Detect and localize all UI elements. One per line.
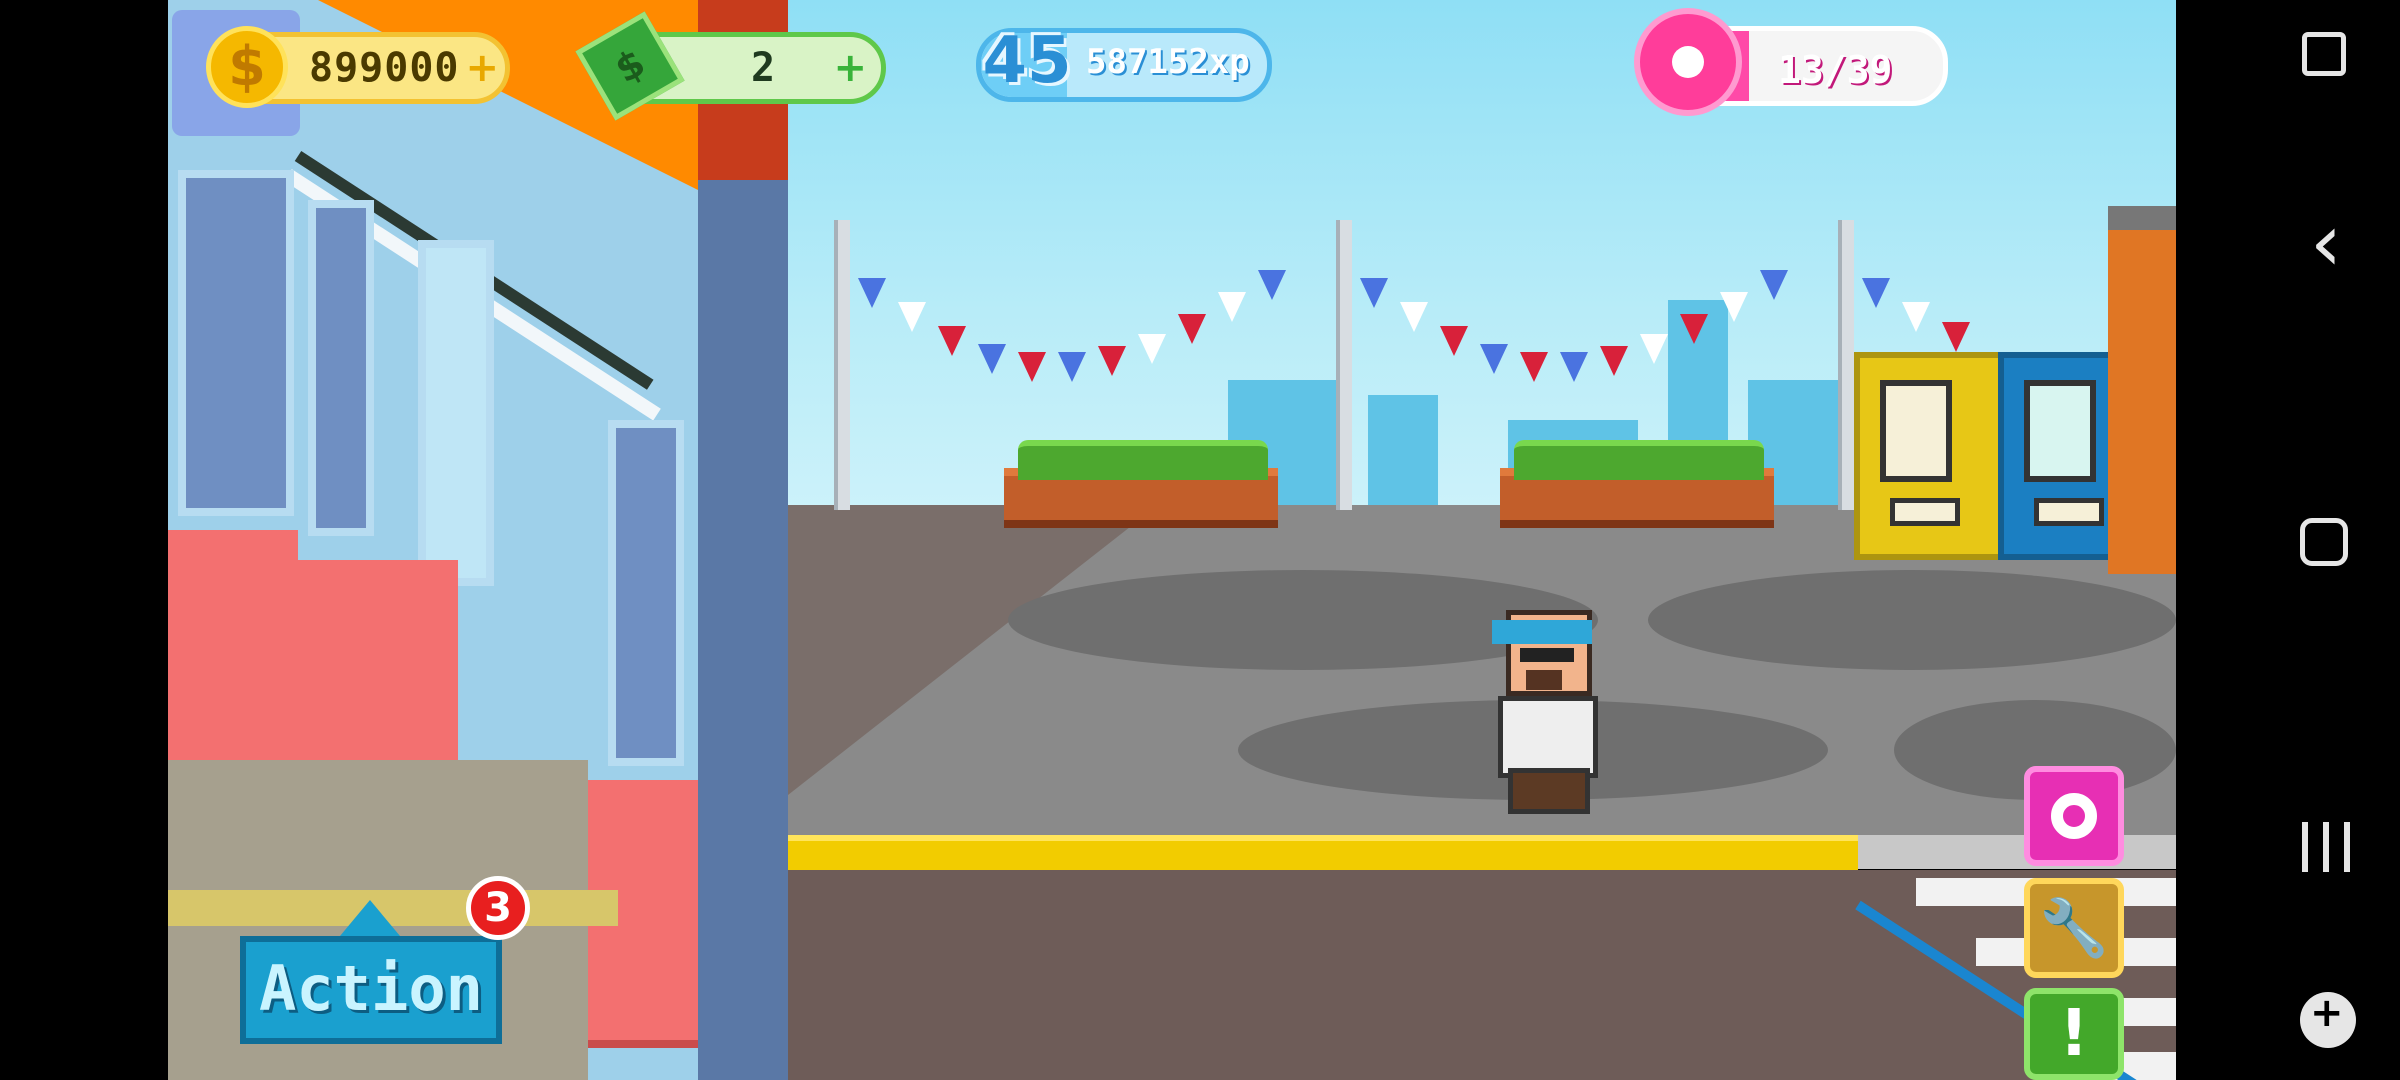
wrench-button[interactable]: 🔧 [2024, 878, 2124, 978]
flag-pole [834, 220, 850, 510]
level-star-icon: 45 [982, 24, 1072, 98]
cash-add-button[interactable]: + [833, 45, 867, 91]
xp-value: 587152xp [1086, 42, 1250, 82]
action-notification-badge: 3 [466, 876, 530, 940]
action-button[interactable]: Action [240, 936, 502, 1044]
coin-icon: $ [206, 26, 288, 108]
bunting-flag [1680, 314, 1708, 344]
bunting-flag [1400, 302, 1428, 332]
building-wall-red [168, 530, 298, 768]
character-beard [1526, 670, 1562, 690]
bunting-flag [1098, 346, 1126, 376]
curb [1858, 835, 2176, 869]
building-window [608, 420, 684, 766]
shop-wall [2108, 206, 2176, 574]
bunting-flag [1600, 346, 1628, 376]
home-icon[interactable] [2300, 518, 2348, 566]
bunting-flag [978, 344, 1006, 374]
building-window [418, 240, 494, 586]
bunting-flag [1862, 278, 1890, 308]
alert-icon: ! [2059, 997, 2089, 1071]
planter-bush [1514, 440, 1764, 480]
bunting-flag [1360, 278, 1388, 308]
building-window [178, 170, 294, 516]
vending-window [2024, 380, 2096, 482]
vending-window [1880, 380, 1952, 482]
donut-value: 13/39 [1778, 48, 1893, 92]
player-character[interactable] [1486, 610, 1598, 814]
planter-bush [1018, 440, 1268, 480]
building-window [308, 200, 374, 536]
vending-machine-yellow[interactable] [1854, 352, 2004, 560]
wrench-icon: 🔧 [2039, 896, 2109, 961]
screen: 899000 + $ 2 + $ 45 587152xp 13/39 Action… [0, 0, 2400, 1080]
bunting-flag [1640, 334, 1668, 364]
alert-button[interactable]: ! [2024, 988, 2124, 1080]
city-skyline [1368, 395, 1438, 510]
coins-add-button[interactable]: + [466, 45, 500, 91]
bunting-flag [1018, 352, 1046, 382]
left-bezel [0, 0, 168, 1080]
character-body [1498, 696, 1598, 778]
flag-pole [1838, 220, 1854, 510]
donut-shop-button[interactable] [2024, 766, 2124, 866]
bunting-flag [938, 326, 966, 356]
character-sunglasses [1520, 648, 1574, 662]
bunting-flag [858, 278, 886, 308]
bunting-flag [1520, 352, 1548, 382]
bunting-flag [1440, 326, 1468, 356]
character-bandana [1492, 620, 1592, 644]
back-icon[interactable]: ‹ [2290, 196, 2362, 289]
bunting-flag [898, 302, 926, 332]
coins-value: 899000 [309, 45, 460, 91]
bunting-flag [1178, 314, 1206, 344]
donut-icon [2051, 793, 2097, 839]
gamepad-icon[interactable] [2300, 990, 2356, 1048]
bunting-flag [1942, 322, 1970, 352]
bunting-flag [1138, 334, 1166, 364]
screenshot-icon[interactable] [2302, 32, 2346, 76]
character-legs [1508, 768, 1590, 814]
recents-icon[interactable] [2302, 822, 2350, 872]
ground-shadow [1648, 570, 2176, 670]
bunting-flag [1218, 292, 1246, 322]
bunting-flag [1560, 352, 1588, 382]
bunting-flag [1760, 270, 1788, 300]
vending-slot [2034, 498, 2104, 526]
bunting-flag [1480, 344, 1508, 374]
system-nav-bar [2176, 0, 2400, 1080]
bunting-flag [1720, 292, 1748, 322]
action-tab [340, 900, 400, 936]
cash-value: 2 [750, 45, 776, 91]
donut-icon [1634, 8, 1742, 116]
vending-slot [1890, 498, 1960, 526]
bunting-flag [1258, 270, 1286, 300]
bunting-flag [1902, 302, 1930, 332]
flag-pole [1336, 220, 1352, 510]
bunting-flag [1058, 352, 1086, 382]
